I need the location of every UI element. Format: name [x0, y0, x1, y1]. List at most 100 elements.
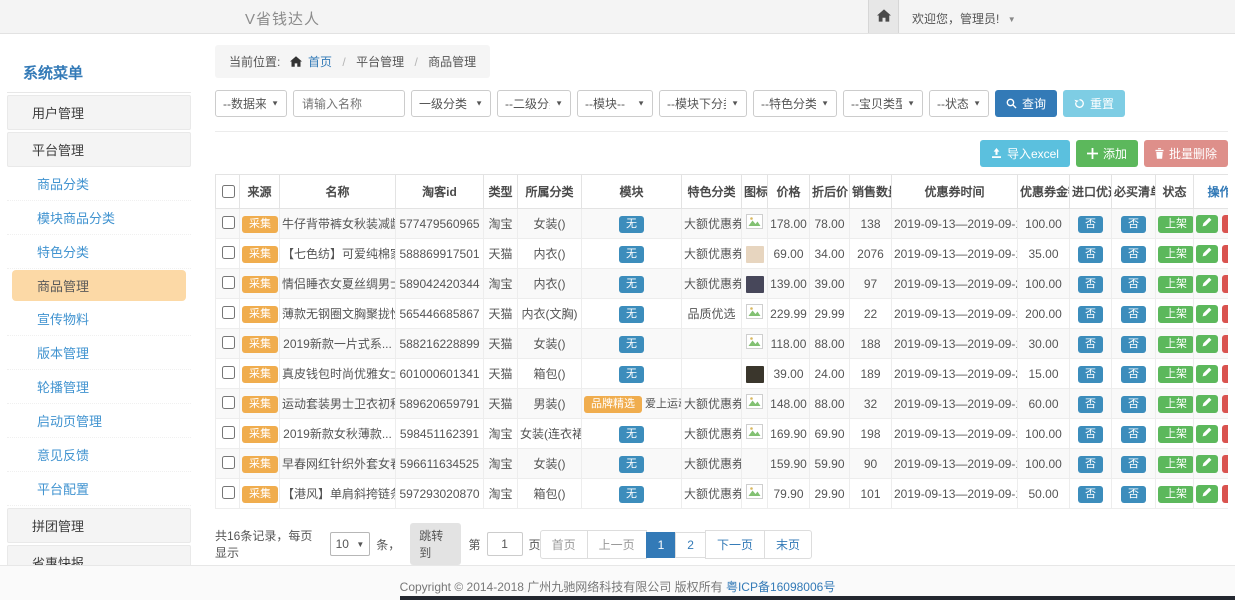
- sidebar-item[interactable]: 平台配置: [7, 472, 191, 506]
- edit-button[interactable]: [1196, 425, 1218, 443]
- icp-link[interactable]: 粤ICP备16098006号: [726, 580, 835, 594]
- delete-button[interactable]: [1222, 305, 1228, 323]
- sidebar-item[interactable]: 模块商品分类: [7, 201, 191, 235]
- must-buy-toggle[interactable]: 否: [1121, 426, 1146, 443]
- reset-button[interactable]: 重置: [1063, 90, 1125, 117]
- page-button[interactable]: 上一页: [587, 530, 647, 559]
- sidebar-item[interactable]: 拼团管理: [7, 508, 191, 543]
- page-button[interactable]: 2: [675, 532, 706, 558]
- import-select-toggle[interactable]: 否: [1078, 276, 1103, 293]
- import-select-toggle[interactable]: 否: [1078, 396, 1103, 413]
- delete-button[interactable]: [1222, 485, 1228, 503]
- edit-button[interactable]: [1196, 305, 1218, 323]
- import-select-toggle[interactable]: 否: [1078, 426, 1103, 443]
- import-select-toggle[interactable]: 否: [1078, 306, 1103, 323]
- per-page-select[interactable]: 10 ▼: [330, 532, 371, 556]
- sidebar-item[interactable]: 轮播管理: [7, 370, 191, 404]
- sidebar-item[interactable]: 特色分类: [7, 235, 191, 269]
- delete-button[interactable]: [1222, 425, 1228, 443]
- sidebar-item[interactable]: 宣传物料: [7, 302, 191, 336]
- select-all-checkbox[interactable]: [222, 185, 235, 198]
- status-badge[interactable]: 上架: [1158, 276, 1194, 293]
- filter-select[interactable]: --数据来源--▼: [215, 90, 287, 117]
- row-checkbox[interactable]: [222, 456, 235, 469]
- import-select-toggle[interactable]: 否: [1078, 216, 1103, 233]
- page-button[interactable]: 首页: [540, 530, 588, 559]
- search-button[interactable]: 查询: [995, 90, 1057, 117]
- page-jump-input[interactable]: [487, 532, 523, 556]
- filter-select[interactable]: --特色分类--▼: [753, 90, 837, 117]
- delete-button[interactable]: [1222, 275, 1228, 293]
- must-buy-toggle[interactable]: 否: [1121, 276, 1146, 293]
- sidebar-item[interactable]: 意见反馈: [7, 438, 191, 472]
- edit-button[interactable]: [1196, 245, 1218, 263]
- row-checkbox[interactable]: [222, 216, 235, 229]
- status-badge[interactable]: 上架: [1158, 366, 1194, 383]
- must-buy-toggle[interactable]: 否: [1121, 486, 1146, 503]
- row-checkbox[interactable]: [222, 246, 235, 259]
- page-button[interactable]: 末页: [764, 530, 812, 559]
- sidebar-item[interactable]: 启动页管理: [7, 404, 191, 438]
- edit-button[interactable]: [1196, 365, 1218, 383]
- sidebar-item[interactable]: 商品管理: [12, 270, 186, 301]
- edit-button[interactable]: [1196, 395, 1218, 413]
- import-excel-button[interactable]: 导入excel: [980, 140, 1070, 167]
- filter-select[interactable]: --二级分类--▼: [497, 90, 571, 117]
- sidebar-item[interactable]: 用户管理: [7, 95, 191, 130]
- delete-button[interactable]: [1222, 455, 1228, 473]
- must-buy-toggle[interactable]: 否: [1121, 366, 1146, 383]
- must-buy-toggle[interactable]: 否: [1121, 456, 1146, 473]
- edit-button[interactable]: [1196, 215, 1218, 233]
- must-buy-toggle[interactable]: 否: [1121, 396, 1146, 413]
- filter-select[interactable]: --模块--▼: [577, 90, 653, 117]
- edit-button[interactable]: [1196, 485, 1218, 503]
- filter-select[interactable]: --模块下分类--▼: [659, 90, 747, 117]
- sidebar-item[interactable]: 商品分类: [7, 167, 191, 201]
- row-checkbox[interactable]: [222, 426, 235, 439]
- filter-select[interactable]: 一级分类▼: [411, 90, 491, 117]
- sidebar-item[interactable]: 版本管理: [7, 336, 191, 370]
- row-checkbox[interactable]: [222, 276, 235, 289]
- status-badge[interactable]: 上架: [1158, 426, 1194, 443]
- name-search-input[interactable]: [293, 90, 405, 117]
- import-select-toggle[interactable]: 否: [1078, 246, 1103, 263]
- import-select-toggle[interactable]: 否: [1078, 456, 1103, 473]
- status-badge[interactable]: 上架: [1158, 216, 1194, 233]
- import-select-toggle[interactable]: 否: [1078, 336, 1103, 353]
- import-select-toggle[interactable]: 否: [1078, 366, 1103, 383]
- row-checkbox[interactable]: [222, 366, 235, 379]
- status-badge[interactable]: 上架: [1158, 336, 1194, 353]
- sidebar-item[interactable]: 平台管理: [7, 132, 191, 167]
- status-badge[interactable]: 上架: [1158, 396, 1194, 413]
- row-checkbox[interactable]: [222, 306, 235, 319]
- must-buy-toggle[interactable]: 否: [1121, 306, 1146, 323]
- breadcrumb-home-link[interactable]: 首页: [308, 55, 332, 69]
- must-buy-toggle[interactable]: 否: [1121, 216, 1146, 233]
- page-button[interactable]: 下一页: [705, 530, 765, 559]
- status-badge[interactable]: 上架: [1158, 456, 1194, 473]
- delete-button[interactable]: [1222, 215, 1228, 233]
- row-checkbox[interactable]: [222, 396, 235, 409]
- home-button[interactable]: [868, 0, 899, 33]
- delete-button[interactable]: [1222, 245, 1228, 263]
- edit-button[interactable]: [1196, 455, 1218, 473]
- user-menu[interactable]: 欢迎您，管理员! ▼: [912, 10, 1016, 27]
- page-button[interactable]: 1: [646, 532, 677, 558]
- delete-button[interactable]: [1222, 395, 1228, 413]
- add-button[interactable]: 添加: [1076, 140, 1138, 167]
- status-badge[interactable]: 上架: [1158, 486, 1194, 503]
- status-badge[interactable]: 上架: [1158, 246, 1194, 263]
- sidebar-item[interactable]: 省惠快报: [7, 545, 191, 565]
- must-buy-toggle[interactable]: 否: [1121, 336, 1146, 353]
- edit-button[interactable]: [1196, 275, 1218, 293]
- status-badge[interactable]: 上架: [1158, 306, 1194, 323]
- import-select-toggle[interactable]: 否: [1078, 486, 1103, 503]
- edit-button[interactable]: [1196, 335, 1218, 353]
- delete-button[interactable]: [1222, 365, 1228, 383]
- filter-select[interactable]: --宝贝类型--▼: [843, 90, 923, 117]
- row-checkbox[interactable]: [222, 486, 235, 499]
- jump-button[interactable]: 跳转到: [410, 523, 460, 565]
- batch-delete-button[interactable]: 批量删除: [1144, 140, 1228, 167]
- must-buy-toggle[interactable]: 否: [1121, 246, 1146, 263]
- delete-button[interactable]: [1222, 335, 1228, 353]
